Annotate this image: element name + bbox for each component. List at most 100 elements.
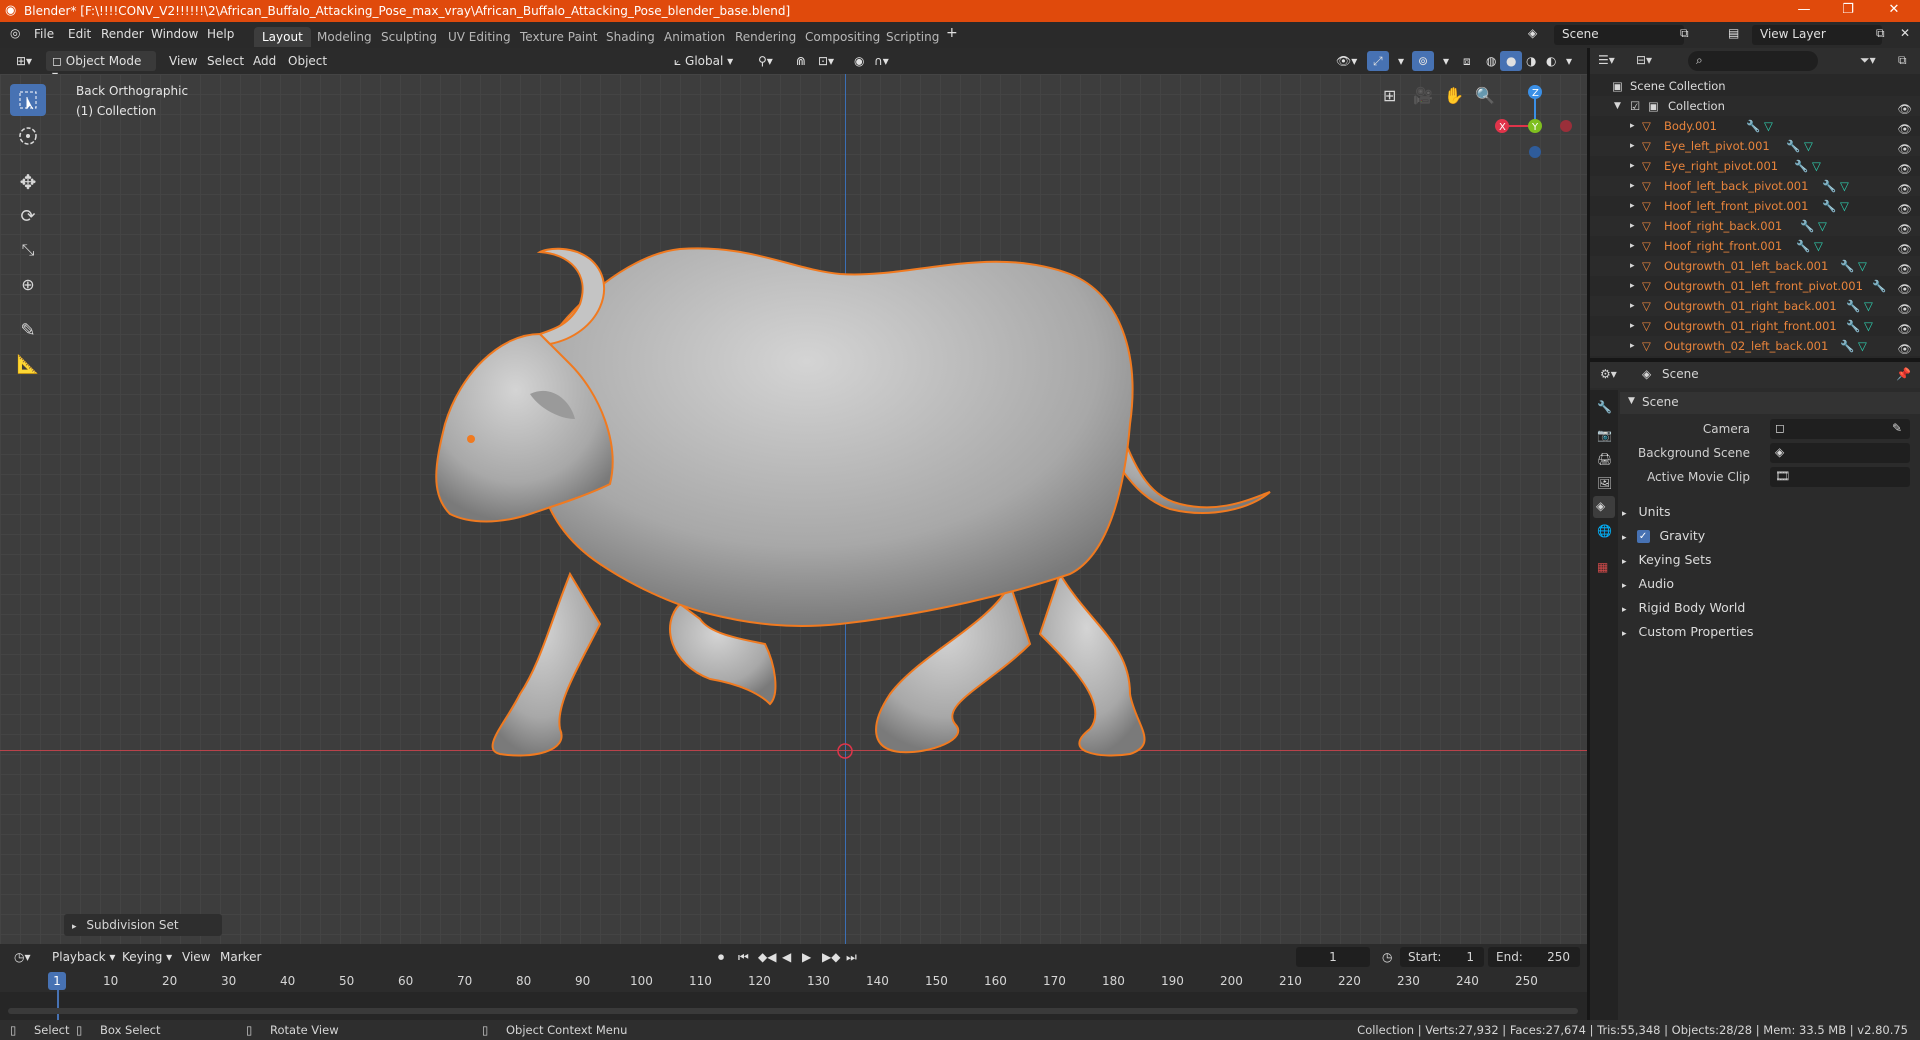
scene-icon[interactable]: ◈ [1528, 26, 1537, 40]
tab-uv-editing[interactable]: UV Editing [440, 27, 519, 47]
neg-x-axis-icon[interactable] [1560, 120, 1572, 132]
expand-icon[interactable]: ▸ [1630, 176, 1635, 196]
scene-tab-icon[interactable]: ◈ [1593, 496, 1615, 518]
buffalo-model[interactable] [370, 224, 1290, 764]
cursor-tool[interactable] [10, 120, 46, 152]
snap-icon[interactable]: ⋒ [790, 51, 812, 71]
current-frame-marker[interactable]: 1 [48, 972, 66, 990]
background-scene-field[interactable]: ◈ [1770, 443, 1910, 463]
rotate-tool[interactable]: ⟳ [10, 200, 46, 232]
mode-dropdown[interactable]: ◻ Object Mode ▾ [46, 51, 156, 82]
navigation-gizmo[interactable]: X Y Z [1486, 82, 1576, 162]
tab-animation[interactable]: Animation [656, 27, 733, 47]
menu-file[interactable]: File [34, 27, 54, 41]
move-tool[interactable]: ✥ [10, 166, 46, 198]
snap-target-icon[interactable]: ⊡▾ [812, 51, 840, 71]
menu-help[interactable]: Help [207, 27, 234, 41]
camera-field[interactable]: ◻ ✎ [1770, 419, 1910, 439]
view-layer-name[interactable]: View Layer [1760, 27, 1826, 41]
tab-rendering[interactable]: Rendering [727, 27, 804, 47]
world-tab-icon[interactable]: 🌐 [1597, 524, 1612, 538]
expand-icon[interactable]: ▸ [1630, 316, 1635, 336]
outliner-search-input[interactable]: ⌕ [1688, 51, 1818, 71]
filter-icon[interactable]: ⏷▾ [1860, 53, 1876, 68]
menu-select[interactable]: Select [201, 51, 250, 71]
scene-panel-header[interactable]: ▼ Scene [1620, 392, 1920, 414]
annotate-tool[interactable]: ✎ [10, 314, 46, 346]
measure-tool[interactable]: 📐 [10, 348, 46, 380]
tool-tab-icon[interactable]: 🔧 [1597, 400, 1612, 414]
shading-options-icon[interactable]: ▾ [1560, 51, 1578, 71]
new-view-layer-icon[interactable]: ⧉ [1876, 26, 1885, 41]
expand-icon[interactable]: ▸ [1630, 156, 1635, 176]
audio-panel[interactable]: ▸ Audio [1622, 576, 1674, 591]
expand-icon[interactable]: ▸ [1630, 216, 1635, 236]
record-icon[interactable]: ⏺ [712, 947, 730, 967]
menu-marker[interactable]: Marker [214, 947, 267, 967]
editor-type-icon[interactable]: ⊞▾ [10, 51, 38, 71]
blender-menu-icon[interactable]: ◎ [10, 26, 20, 40]
pin-icon[interactable]: 📌 [1896, 367, 1911, 381]
expand-icon[interactable]: ▸ [1630, 276, 1635, 296]
expand-icon[interactable]: ▸ [1630, 196, 1635, 216]
outliner-row-object[interactable]: ▸ ▽ Hoof_left_front_pivot.001 🔧 ▽ 👁 [1590, 196, 1920, 216]
outliner-row-object[interactable]: ▸ ▽ Outgrowth_01_left_front_pivot.001 🔧 … [1590, 276, 1920, 296]
scene-name[interactable]: Scene [1562, 27, 1599, 41]
outliner-row-object[interactable]: ▸ ▽ Outgrowth_01_left_back.001 🔧 ▽ 👁 [1590, 256, 1920, 276]
outliner-row-object[interactable]: ▸ ▽ Body.001 🔧 ▽ 👁 [1590, 116, 1920, 136]
grid-view-icon[interactable]: ⊞ [1383, 86, 1396, 105]
menu-render[interactable]: Render [101, 27, 144, 41]
editor-type-icon[interactable]: ☰▾ [1598, 53, 1615, 67]
outliner-row-scene-collection[interactable]: ▣ Scene Collection [1590, 76, 1920, 96]
expand-icon[interactable]: ▸ [1630, 236, 1635, 256]
visibility-icon[interactable]: 👁▾ [1330, 51, 1363, 71]
custom-properties-panel[interactable]: ▸ Custom Properties [1622, 624, 1754, 639]
active-movie-clip-field[interactable]: 🎞 [1770, 467, 1910, 487]
outliner-row-object[interactable]: ▸ ▽ Hoof_right_front.001 🔧 ▽ 👁 [1590, 236, 1920, 256]
eyedropper-icon[interactable]: ✎ [1892, 421, 1902, 435]
tab-texture-paint[interactable]: Texture Paint [512, 27, 605, 47]
preview-range-icon[interactable]: ◷ [1376, 947, 1398, 967]
outliner-row-object[interactable]: ▸ ▽ Outgrowth_02_left_back.001 🔧 ▽ 👁 [1590, 336, 1920, 356]
transform-tool[interactable]: ⊕ [10, 268, 46, 300]
timeline-scrollbar[interactable] [8, 1008, 1578, 1014]
outliner-row-object[interactable]: ▸ ▽ Hoof_left_back_pivot.001 🔧 ▽ 👁 [1590, 176, 1920, 196]
view-layer-icon[interactable]: ▤ [1728, 26, 1739, 40]
rigid-body-world-panel[interactable]: ▸ Rigid Body World [1622, 600, 1745, 615]
xray-icon[interactable]: ⧈ [1457, 51, 1477, 71]
menu-view[interactable]: View [163, 51, 203, 71]
expand-icon[interactable]: ▸ [1630, 336, 1635, 356]
falloff-icon[interactable]: ∩▾ [868, 51, 895, 71]
minimize-button[interactable]: — [1782, 0, 1826, 22]
close-button[interactable]: ✕ [1872, 0, 1916, 22]
menu-keying[interactable]: Keying ▾ [116, 947, 178, 967]
gravity-checkbox[interactable]: ✓ [1636, 530, 1650, 543]
select-box-tool[interactable] [10, 84, 46, 116]
outliner-row-object[interactable]: ▸ ▽ Outgrowth_01_right_front.001 🔧 ▽ 👁 [1590, 316, 1920, 336]
camera-view-icon[interactable]: 🎥 [1413, 86, 1433, 105]
display-mode-icon[interactable]: ⊟▾ [1636, 53, 1652, 67]
overlays-toggle-icon[interactable]: ⊚ [1412, 51, 1435, 71]
tab-shading[interactable]: Shading [598, 27, 663, 47]
gizmo-dropdown-icon[interactable]: ▾ [1392, 51, 1410, 71]
3d-viewport[interactable]: Back Orthographic (1) Collection ✥ ⟳ ⤡ ⊕… [0, 74, 1587, 944]
start-frame-field[interactable]: Start: 1 [1400, 947, 1484, 967]
tab-modeling[interactable]: Modeling [309, 27, 380, 47]
tab-layout[interactable]: Layout [254, 27, 311, 47]
gravity-panel[interactable]: ▸ ✓ Gravity [1622, 528, 1705, 543]
neg-z-axis-icon[interactable] [1529, 146, 1541, 158]
outliner-row-object[interactable]: ▸ ▽ Eye_left_pivot.001 🔧 ▽ 👁 [1590, 136, 1920, 156]
menu-playback[interactable]: Playback ▾ [46, 947, 121, 967]
outliner-row-object[interactable]: ▸ ▽ Outgrowth_01_right_back.001 🔧 ▽ 👁 [1590, 296, 1920, 316]
expand-icon[interactable]: ▸ [1630, 136, 1635, 156]
maximize-button[interactable]: ❐ [1826, 0, 1870, 22]
current-frame-field[interactable]: 1 [1296, 947, 1370, 967]
expand-icon[interactable]: ▸ [1630, 296, 1635, 316]
gizmo-toggle-icon[interactable]: ⤢ [1367, 51, 1389, 71]
expand-icon[interactable]: ▸ [1630, 256, 1635, 276]
checkbox-icon[interactable]: ☑ [1630, 96, 1640, 116]
outliner-row-collection[interactable]: ▼ ☑ ▣ Collection 👁 [1590, 96, 1920, 116]
pivot-icon[interactable]: ⚲▾ [752, 51, 779, 71]
tab-compositing[interactable]: Compositing [797, 27, 888, 47]
collapse-icon[interactable]: ▼ [1614, 96, 1621, 116]
